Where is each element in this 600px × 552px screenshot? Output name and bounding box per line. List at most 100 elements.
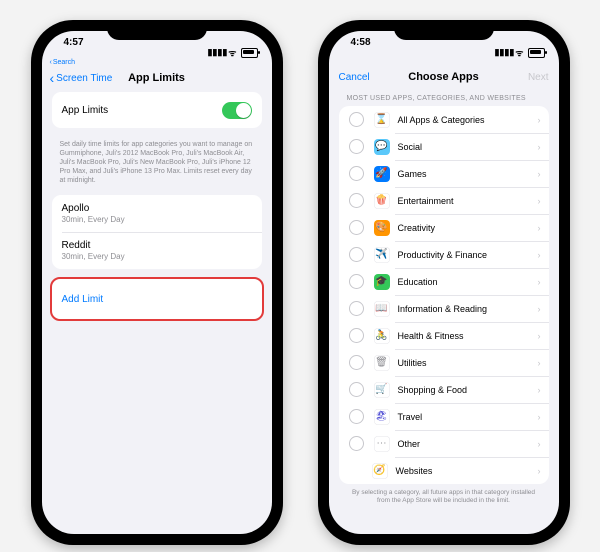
category-row[interactable]: 📖Information & Reading› [339, 295, 549, 322]
category-icon: 🏖 [374, 409, 390, 425]
nav-back-label: Screen Time [56, 73, 112, 84]
radio-unselected[interactable] [349, 112, 364, 127]
category-label: Travel [398, 412, 538, 422]
chevron-right-icon: › [538, 196, 541, 206]
chevron-right-icon: › [538, 115, 541, 125]
category-icon: 🗑 [374, 355, 390, 371]
radio-unselected[interactable] [349, 355, 364, 370]
chevron-right-icon: › [538, 331, 541, 341]
desc-text: Set daily time limits for app categories… [42, 136, 272, 195]
cancel-button[interactable]: Cancel [339, 72, 370, 83]
row-app-limits-toggle[interactable]: App Limits [52, 92, 262, 128]
chevron-left-icon: ‹ [50, 70, 55, 86]
back-to-search[interactable]: ‹ Search [42, 59, 272, 66]
category-row[interactable]: ✈️Productivity & Finance› [339, 241, 549, 268]
cellular-icon: ▮▮▮▮ [494, 47, 514, 58]
category-icon: 🍿 [374, 193, 390, 209]
category-row[interactable]: 🍿Entertainment› [339, 187, 549, 214]
chevron-right-icon: › [538, 358, 541, 368]
category-icon: ✈️ [374, 247, 390, 263]
status-time: 4:57 [64, 37, 84, 48]
chevron-right-icon: › [538, 142, 541, 152]
category-row[interactable]: 🛒Shopping & Food› [339, 376, 549, 403]
limit-row[interactable]: Reddit30min, Every Day [52, 232, 262, 269]
category-row[interactable]: 🏖 Travel› [339, 403, 549, 430]
radio-unselected[interactable] [349, 382, 364, 397]
battery-icon [241, 48, 258, 58]
category-label: Utilities [398, 358, 538, 368]
group-limits-list: Apollo30min, Every DayReddit30min, Every… [52, 195, 262, 269]
nav-bar: ‹ Screen Time App Limits [42, 66, 272, 92]
limit-name: Apollo [62, 203, 90, 214]
radio-unselected[interactable] [349, 139, 364, 154]
wifi-icon: ᯤ [228, 46, 236, 59]
category-icon: 🎓 [374, 274, 390, 290]
category-row[interactable]: 🎨Creativity› [339, 214, 549, 241]
radio-unselected[interactable] [349, 220, 364, 235]
radio-unselected[interactable] [349, 409, 364, 424]
footnote-text: By selecting a category, all future apps… [329, 484, 559, 514]
limit-row[interactable]: Apollo30min, Every Day [52, 195, 262, 232]
radio-unselected[interactable] [349, 193, 364, 208]
radio-unselected[interactable] [349, 274, 364, 289]
chevron-right-icon: › [538, 304, 541, 314]
radio-unselected[interactable] [349, 436, 364, 451]
cellular-icon: ▮▮▮▮ [207, 47, 227, 58]
category-icon: ⋯ [374, 436, 390, 452]
add-limit-label: Add Limit [62, 294, 104, 305]
limit-name: Reddit [62, 240, 91, 251]
radio-unselected[interactable] [349, 301, 364, 316]
category-icon: 🚀 [374, 166, 390, 182]
category-row[interactable]: 🎓 Education› [339, 268, 549, 295]
chevron-right-icon: › [538, 412, 541, 422]
category-icon: ⌛ [374, 112, 390, 128]
nav-title: App Limits [128, 72, 185, 84]
next-button-disabled: Next [528, 72, 549, 83]
radio-unselected[interactable] [349, 166, 364, 181]
chevron-right-icon: › [538, 385, 541, 395]
category-icon: 🎨 [374, 220, 390, 236]
phone-right: 4:58 ▮▮▮▮ ᯤ Cancel Choose Apps Next MOST… [318, 20, 570, 545]
category-row[interactable]: 🚀Games› [339, 160, 549, 187]
nav-back-button[interactable]: ‹ Screen Time [50, 70, 113, 86]
section-header: MOST USED APPS, CATEGORIES, AND WEBSITES [329, 91, 559, 106]
chevron-right-icon: › [538, 250, 541, 260]
chevron-left-icon: ‹ [50, 59, 52, 66]
status-time: 4:58 [351, 37, 371, 48]
category-row[interactable]: ⋯Other› [339, 430, 549, 457]
category-row[interactable]: 💬Social› [339, 133, 549, 160]
screen-app-limits: 4:57 ▮▮▮▮ ᯤ ‹ Search ‹ Screen Time App L… [42, 31, 272, 534]
category-icon: 📖 [374, 301, 390, 317]
category-icon: 💬 [374, 139, 390, 155]
group-app-limits-toggle: App Limits [52, 92, 262, 128]
category-row[interactable]: 🧭Websites› [339, 457, 549, 484]
toggle-label: App Limits [62, 105, 222, 116]
category-icon: 🛒 [374, 382, 390, 398]
category-icon: 🧭 [372, 463, 388, 479]
category-label: Health & Fitness [398, 331, 538, 341]
limit-detail: 30min, Every Day [62, 215, 125, 224]
radio-unselected[interactable] [349, 247, 364, 262]
category-icon: 🚴 [374, 328, 390, 344]
screen-choose-apps: 4:58 ▮▮▮▮ ᯤ Cancel Choose Apps Next MOST… [329, 31, 559, 534]
notch [394, 20, 494, 40]
toggle-switch-on[interactable] [222, 102, 252, 119]
category-row[interactable]: 🚴 Health & Fitness› [339, 322, 549, 349]
cancel-label: Cancel [339, 72, 370, 83]
nav-bar: Cancel Choose Apps Next [329, 59, 559, 91]
wifi-icon: ᯤ [515, 46, 523, 59]
battery-icon [528, 48, 545, 58]
next-label: Next [528, 72, 549, 83]
category-row[interactable]: 🗑 Utilities› [339, 349, 549, 376]
category-label: Education [398, 277, 538, 287]
back-search-label: Search [53, 59, 75, 66]
category-row[interactable]: ⌛All Apps & Categories› [339, 106, 549, 133]
category-list: ⌛All Apps & Categories›💬Social›🚀Games›🍿E… [339, 106, 549, 484]
radio-unselected[interactable] [349, 328, 364, 343]
category-label: Creativity [398, 223, 538, 233]
category-label: Other [398, 439, 538, 449]
nav-title: Choose Apps [408, 71, 479, 83]
chevron-right-icon: › [538, 169, 541, 179]
add-limit-button[interactable]: Add Limit [52, 279, 262, 319]
chevron-right-icon: › [538, 277, 541, 287]
